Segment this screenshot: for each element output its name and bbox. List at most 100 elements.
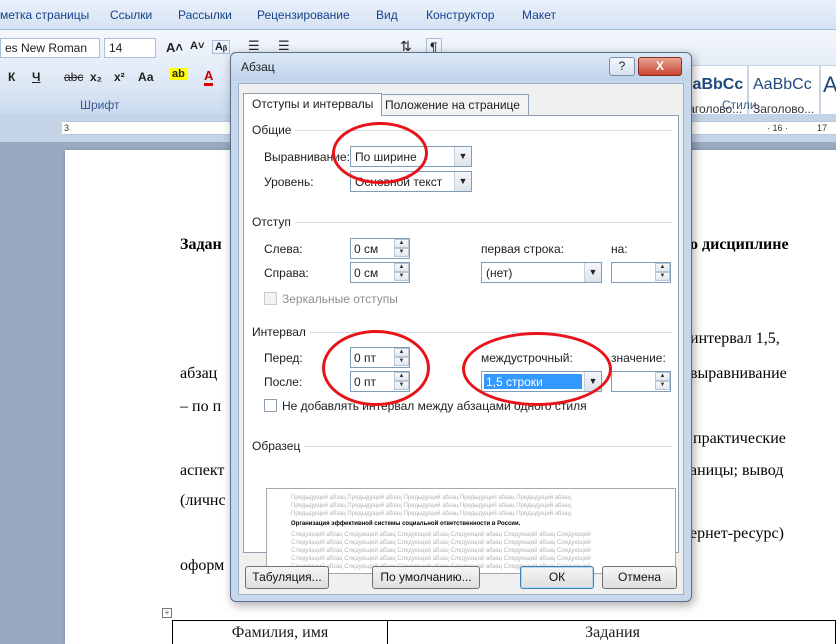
level-select[interactable]: Основной текст ▼ [350,171,472,192]
spin-down-icon[interactable]: ▼ [394,248,409,257]
section-spacing-title: Интервал [252,325,310,339]
grow-font-icon[interactable]: A˄ [166,40,183,55]
chevron-down-icon[interactable]: ▼ [454,147,471,166]
font-color-icon[interactable]: A [204,68,214,86]
help-button[interactable]: ? [609,57,635,76]
group-font-label: Шрифт [80,98,120,112]
shrink-font-icon[interactable]: A˅ [190,40,204,52]
line-spacing-select[interactable]: 1,5 строки ▼ [481,371,602,392]
italic-button[interactable]: К [8,70,15,84]
line-spacing-label: междустрочный: [481,351,573,365]
doc-line1-right: о дисциплине [690,236,789,253]
doc-line6-left: аспект [180,462,225,479]
cancel-button[interactable]: Отмена [602,566,677,589]
spin-down-icon[interactable]: ▼ [394,272,409,281]
first-line-value: (нет) [486,266,513,280]
tab-design[interactable]: Конструктор [426,8,494,22]
preview-next-line: Следующий абзац Следующий абзац Следующи… [291,556,591,562]
preview-main-line: Организация эффективной системы социальн… [291,521,521,527]
space-before-spinner[interactable]: 0 пт ▲ ▼ [350,347,410,368]
chevron-down-icon[interactable]: ▼ [584,263,601,282]
tabs-button[interactable]: Табуляция... [245,566,329,589]
spin-down-icon[interactable]: ▼ [655,381,670,390]
superscript-button[interactable]: x² [114,70,125,84]
table-move-handle-icon[interactable]: + [162,608,172,618]
first-line-select[interactable]: (нет) ▼ [481,262,602,283]
mirror-indents-label: Зеркальные отступы [282,292,398,306]
ruler-mark-left: 3 [64,123,70,133]
spin-up-icon[interactable]: ▲ [394,263,409,272]
no-space-same-style-label: Не добавлять интервал между абзацами одн… [282,399,587,413]
spin-up-icon[interactable]: ▲ [394,372,409,381]
indent-right-label: Справа: [264,266,309,280]
space-after-label: После: [264,375,303,389]
section-general-title: Общие [252,123,296,137]
chevron-down-icon[interactable]: ▼ [584,372,601,391]
chevron-down-icon[interactable]: ▼ [454,172,471,191]
set-default-button[interactable]: По умолчанию... [372,566,480,589]
alignment-value: По ширине [355,150,417,164]
tab-indents-spacing[interactable]: Отступы и интервалы [243,93,383,116]
space-after-value: 0 пт [354,375,377,389]
dialog-titlebar[interactable]: Абзац ? X [231,53,691,81]
mirror-indents-checkbox[interactable] [264,292,277,305]
preview-box: Предыдущий абзац Предыдущий абзац Предыд… [266,488,676,574]
tab-line-page-breaks[interactable]: Положение на странице [376,94,529,115]
doc-line5-right: практические [693,430,786,447]
subscript-button[interactable]: x₂ [90,70,102,84]
ruler-mark-end: 17 [817,123,828,133]
ribbon-tab-bar: метка страницы Ссылки Рассылки Рецензиро… [0,0,836,30]
spin-down-icon[interactable]: ▼ [655,272,670,281]
indent-left-label: Слева: [264,242,303,256]
by-spinner[interactable]: ▲ ▼ [611,262,671,283]
style-sample: A [823,72,836,97]
tab-page-layout[interactable]: метка страницы [0,8,89,22]
space-before-label: Перед: [264,351,303,365]
preview-prev-line: Предыдущий абзац Предыдущий абзац Предыд… [291,511,571,517]
group-styles-label: Стили [722,98,757,112]
tab-references[interactable]: Ссылки [110,8,152,22]
document-table[interactable]: Фамилия, имя Задания [172,620,836,644]
ok-button[interactable]: ОК [520,566,594,589]
space-after-spinner[interactable]: 0 пт ▲ ▼ [350,371,410,392]
doc-line8-right: ернет-ресурс) [690,525,784,542]
spin-up-icon[interactable]: ▲ [394,348,409,357]
spin-up-icon[interactable]: ▲ [394,239,409,248]
level-value: Основной текст [355,175,443,189]
at-spinner[interactable]: ▲ ▼ [611,371,671,392]
doc-line9-left: оформ [180,557,225,574]
change-case-button[interactable]: Аа [138,70,154,84]
spin-up-icon[interactable]: ▲ [655,372,670,381]
spin-down-icon[interactable]: ▼ [394,357,409,366]
section-divider [252,332,672,333]
alignment-select[interactable]: По ширине ▼ [350,146,472,167]
no-space-same-style-checkbox[interactable] [264,399,277,412]
preview-prev-line: Предыдущий абзац Предыдущий абзац Предыд… [291,495,571,501]
indent-right-spinner[interactable]: 0 см ▲ ▼ [350,262,410,283]
tab-layout[interactable]: Макет [522,8,556,22]
tab-panel: Общие Выравнивание: По ширине ▼ Уровень:… [243,115,679,574]
section-divider [252,130,672,131]
spin-up-icon[interactable]: ▲ [655,263,670,272]
preview-prev-line: Предыдущий абзац Предыдущий абзац Предыд… [291,503,571,509]
font-name-box[interactable]: es New Roman [0,38,100,58]
doc-line7-left: (личнс [180,492,226,509]
dialog-title: Абзац [241,60,275,74]
tab-review[interactable]: Рецензирование [257,8,350,22]
strikethrough-button[interactable]: abc [64,70,83,84]
underline-button[interactable]: Ч [32,70,40,84]
doc-line1-left: Задан [180,236,222,253]
tab-view[interactable]: Вид [376,8,398,22]
font-size-box[interactable]: 14 [104,38,156,58]
close-button[interactable]: X [638,57,682,76]
tab-mailings[interactable]: Рассылки [178,8,232,22]
spin-down-icon[interactable]: ▼ [394,381,409,390]
space-before-value: 0 пт [354,351,377,365]
paragraph-dialog: Абзац ? X Отступы и интервалы Положение … [230,52,692,602]
table-header-name: Фамилия, имя [173,621,388,644]
indent-left-spinner[interactable]: 0 см ▲ ▼ [350,238,410,259]
doc-line6-right: аницы; вывод [690,462,784,479]
highlight-icon[interactable]: ab [170,68,187,80]
section-preview-title: Образец [252,439,305,453]
clear-format-icon[interactable]: Aᵦ [212,40,231,54]
